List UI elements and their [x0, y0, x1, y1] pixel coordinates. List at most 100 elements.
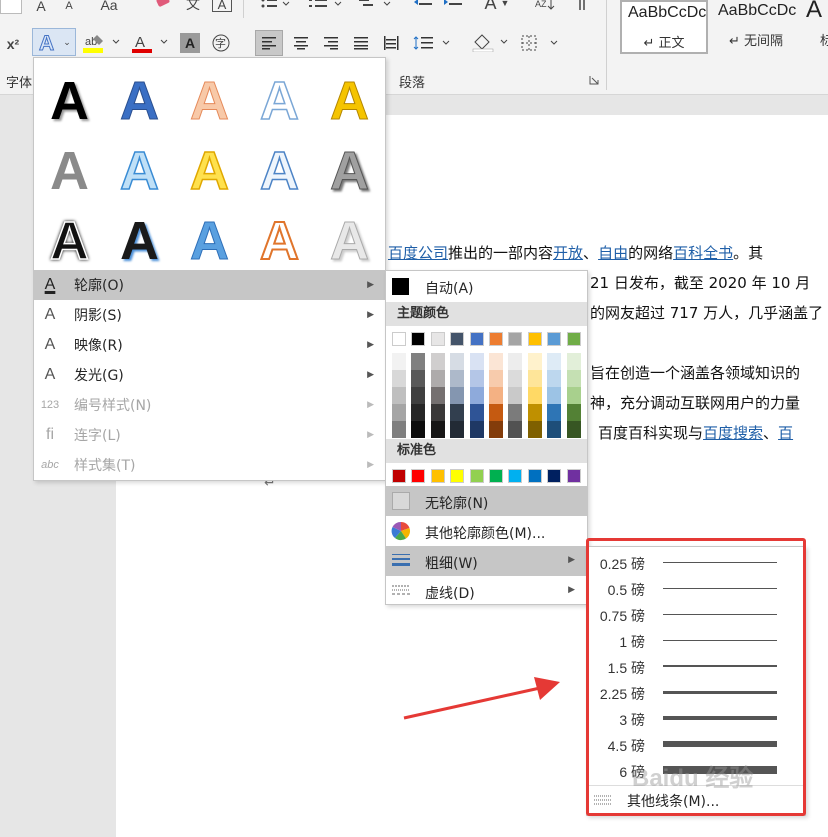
theme-shade-swatch[interactable] [527, 387, 542, 404]
theme-color-swatch[interactable] [527, 332, 542, 346]
align-left-button[interactable] [255, 30, 283, 56]
theme-shade-swatch[interactable] [411, 387, 426, 404]
standard-color-swatch[interactable] [450, 469, 465, 483]
clear-format-button[interactable] [152, 0, 174, 12]
theme-shade-swatch[interactable] [489, 421, 503, 438]
theme-shade-swatch[interactable] [469, 404, 484, 421]
line-spacing-button[interactable] [412, 30, 454, 56]
theme-shade-swatch[interactable] [527, 370, 542, 387]
theme-shade-swatch[interactable] [469, 370, 484, 387]
style-heading[interactable]: A 标 [804, 0, 828, 54]
theme-color-swatch[interactable] [450, 332, 465, 346]
theme-shade-swatch[interactable] [527, 353, 542, 370]
theme-shade-swatch[interactable] [450, 404, 465, 421]
theme-shade-swatch[interactable] [411, 404, 426, 421]
theme-shade-swatch[interactable] [392, 387, 406, 404]
wordart-style-6[interactable]: A [34, 132, 104, 202]
bullets-button[interactable] [258, 0, 294, 12]
enclose-characters-button[interactable]: 字 [210, 33, 232, 53]
theme-shade-swatch[interactable] [508, 421, 523, 438]
theme-shade-swatch[interactable] [527, 421, 542, 438]
wordart-style-14[interactable]: A [244, 202, 314, 272]
decrease-indent-button[interactable] [412, 0, 434, 12]
theme-shade-swatch[interactable] [566, 353, 581, 370]
menu-item-outline[interactable]: A 轮廓(O) ▶ [34, 270, 386, 300]
wordart-style-15[interactable]: A [314, 202, 384, 272]
theme-shade-swatch[interactable] [430, 387, 445, 404]
menu-item-reflection[interactable]: A 映像(R) ▶ [34, 330, 386, 360]
wordart-style-10[interactable]: A [314, 132, 384, 202]
style-normal[interactable]: AaBbCcDc ↵ 正文 [620, 0, 708, 54]
standard-color-swatch[interactable] [489, 469, 503, 483]
automatic-color-option[interactable]: 自动(A) [386, 271, 587, 301]
theme-shade-swatch[interactable] [469, 387, 484, 404]
theme-shade-swatch[interactable] [547, 404, 562, 421]
theme-shade-swatch[interactable] [450, 353, 465, 370]
no-outline-option[interactable]: 无轮廓(N) [386, 486, 587, 516]
doc-link[interactable]: 百 [778, 424, 793, 442]
standard-color-swatch[interactable] [547, 469, 562, 483]
theme-shade-swatch[interactable] [430, 370, 445, 387]
theme-shade-swatch[interactable] [430, 353, 445, 370]
doc-link[interactable]: 开放 [553, 244, 583, 262]
theme-color-swatch[interactable] [547, 332, 562, 346]
standard-color-swatch[interactable] [411, 469, 426, 483]
wordart-style-2[interactable]: A [104, 62, 174, 132]
phonetic-guide-button[interactable]: 文 [182, 0, 204, 12]
theme-shade-swatch[interactable] [411, 353, 426, 370]
wordart-style-8[interactable]: A [174, 132, 244, 202]
style-no-spacing[interactable]: AaBbCcDc ↵ 无间隔 [712, 0, 800, 54]
theme-shade-swatch[interactable] [566, 387, 581, 404]
wordart-style-7[interactable]: A [104, 132, 174, 202]
theme-shade-swatch[interactable] [508, 370, 523, 387]
theme-shade-swatch[interactable] [566, 370, 581, 387]
theme-shade-swatch[interactable] [508, 404, 523, 421]
theme-shade-swatch[interactable] [547, 370, 562, 387]
text-effects-button[interactable]: A ⌄ [32, 28, 76, 56]
shading-button[interactable] [470, 30, 512, 56]
theme-color-swatch[interactable] [430, 332, 445, 346]
theme-shade-swatch[interactable] [392, 353, 406, 370]
wordart-style-5[interactable]: A [314, 62, 384, 132]
borders-button[interactable] [520, 30, 562, 56]
superscript-button[interactable]: x² [2, 34, 24, 54]
theme-shade-swatch[interactable] [547, 387, 562, 404]
font-color-button[interactable]: A [130, 32, 172, 54]
character-border-button[interactable]: A [212, 0, 232, 12]
theme-shade-swatch[interactable] [508, 353, 523, 370]
theme-shade-swatch[interactable] [489, 404, 503, 421]
character-shading-button[interactable]: A [180, 33, 200, 53]
wordart-style-12[interactable]: A [104, 202, 174, 272]
theme-shade-swatch[interactable] [392, 421, 406, 438]
standard-color-swatch[interactable] [508, 469, 523, 483]
wordart-style-1[interactable]: A [34, 62, 104, 132]
wordart-style-11[interactable]: A [34, 202, 104, 272]
theme-color-swatch[interactable] [489, 332, 503, 346]
theme-shade-swatch[interactable] [469, 353, 484, 370]
multilevel-list-button[interactable] [356, 0, 396, 12]
text-direction-button[interactable]: A ▼ [478, 0, 516, 13]
doc-link[interactable]: 百度搜索 [703, 424, 763, 442]
doc-link[interactable]: 百度公司 [388, 244, 448, 262]
paragraph-dialog-launcher[interactable] [588, 74, 600, 86]
theme-color-swatch[interactable] [469, 332, 484, 346]
sort-button[interactable]: AZ [532, 0, 558, 12]
standard-color-swatch[interactable] [392, 469, 406, 483]
standard-color-swatch[interactable] [469, 469, 484, 483]
theme-color-swatch[interactable] [508, 332, 523, 346]
theme-shade-swatch[interactable] [566, 421, 581, 438]
wordart-style-9[interactable]: A [244, 132, 314, 202]
shrink-font-button[interactable]: A [60, 0, 78, 14]
theme-shade-swatch[interactable] [469, 421, 484, 438]
wordart-style-4[interactable]: A [244, 62, 314, 132]
theme-color-swatch[interactable] [392, 332, 406, 346]
theme-shade-swatch[interactable] [392, 370, 406, 387]
theme-shade-swatch[interactable] [450, 421, 465, 438]
standard-color-swatch[interactable] [527, 469, 542, 483]
highlight-color-button[interactable]: ab [82, 32, 124, 54]
theme-shade-swatch[interactable] [411, 370, 426, 387]
change-case-button[interactable]: Aa [94, 0, 124, 13]
menu-item-glow[interactable]: A 发光(G) ▶ [34, 360, 386, 390]
font-size-box[interactable] [0, 0, 22, 14]
wordart-style-13[interactable]: A [174, 202, 244, 272]
